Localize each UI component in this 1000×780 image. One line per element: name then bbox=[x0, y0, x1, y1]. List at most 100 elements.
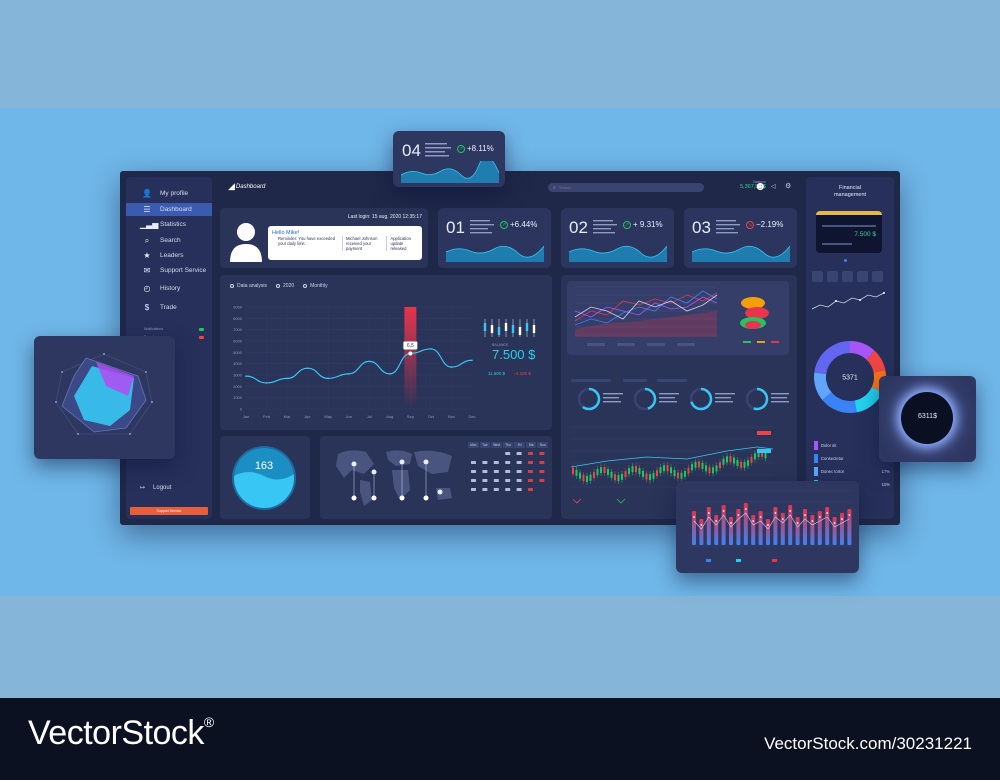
candle-body[interactable] bbox=[579, 472, 581, 479]
candle-body[interactable] bbox=[652, 472, 655, 479]
candle-body[interactable] bbox=[603, 467, 606, 474]
avatar[interactable]: ☻ bbox=[754, 179, 767, 193]
candle-body[interactable] bbox=[572, 467, 574, 474]
data-point[interactable] bbox=[430, 348, 432, 350]
bar[interactable] bbox=[758, 511, 763, 545]
data-point[interactable] bbox=[286, 377, 288, 380]
sidebar-item-history[interactable]: ◴ History bbox=[126, 282, 212, 295]
bar[interactable] bbox=[751, 515, 756, 545]
candle-body[interactable] bbox=[726, 456, 728, 463]
data-point[interactable] bbox=[347, 373, 350, 375]
search-input[interactable] bbox=[558, 185, 679, 190]
sidebar-item-statistics[interactable]: ▁▃▅ Statistics bbox=[126, 218, 212, 231]
candle-body[interactable] bbox=[607, 468, 609, 475]
calendar-day[interactable] bbox=[493, 479, 499, 482]
calendar-day[interactable] bbox=[482, 461, 488, 464]
calendar-day[interactable] bbox=[471, 488, 476, 491]
calendar-day[interactable] bbox=[471, 470, 476, 473]
bar[interactable] bbox=[729, 517, 733, 545]
candle-body[interactable] bbox=[722, 458, 725, 465]
calendar-day[interactable] bbox=[505, 461, 511, 464]
volume-icon[interactable]: ◁ bbox=[771, 183, 776, 190]
carousel-dot[interactable] bbox=[844, 259, 847, 262]
calendar-day[interactable] bbox=[493, 488, 499, 491]
quick-action-button[interactable] bbox=[812, 271, 823, 282]
candle-body[interactable] bbox=[596, 469, 599, 476]
candle-body[interactable] bbox=[715, 465, 718, 472]
quick-action-button[interactable] bbox=[842, 271, 853, 282]
candle-body[interactable] bbox=[659, 467, 662, 474]
bar[interactable] bbox=[795, 517, 800, 545]
toggle-switch[interactable] bbox=[199, 335, 204, 339]
candle-body[interactable] bbox=[698, 461, 700, 468]
support-service-button[interactable]: Support Service bbox=[130, 507, 208, 515]
candle-body[interactable] bbox=[663, 465, 665, 472]
candle-body[interactable] bbox=[740, 461, 742, 468]
calendar-day[interactable] bbox=[516, 470, 522, 473]
candle-body[interactable] bbox=[687, 467, 690, 474]
sidebar-item-search[interactable]: ⌕ Search bbox=[126, 234, 212, 247]
candle-body[interactable] bbox=[621, 473, 623, 480]
sidebar-item-support-service[interactable]: ✉ Support Service bbox=[126, 264, 212, 277]
bar[interactable] bbox=[692, 511, 696, 545]
candle-body[interactable] bbox=[701, 462, 704, 469]
bar[interactable] bbox=[699, 519, 704, 545]
calendar-day[interactable] bbox=[539, 479, 545, 482]
candle-body[interactable] bbox=[656, 470, 658, 477]
candle-body[interactable] bbox=[593, 472, 595, 479]
chart-filter-chip[interactable] bbox=[587, 343, 605, 346]
data-point[interactable] bbox=[327, 377, 329, 380]
calendar-day[interactable] bbox=[516, 461, 522, 464]
candle-body[interactable] bbox=[712, 467, 714, 474]
candle-body[interactable] bbox=[677, 472, 679, 479]
candle-body[interactable] bbox=[617, 475, 620, 482]
sidebar-item-trade[interactable]: $ Trade bbox=[126, 301, 212, 314]
bar[interactable] bbox=[840, 513, 844, 545]
quick-action-button[interactable] bbox=[827, 271, 838, 282]
quick-action-button[interactable] bbox=[857, 271, 868, 282]
calendar-day[interactable] bbox=[493, 470, 499, 473]
calendar-day[interactable] bbox=[539, 452, 545, 455]
donut-slice[interactable] bbox=[814, 341, 850, 374]
calendar-day[interactable] bbox=[528, 479, 533, 482]
calendar-day[interactable] bbox=[505, 479, 511, 482]
calendar-day[interactable] bbox=[528, 461, 533, 464]
candle-body[interactable] bbox=[673, 470, 676, 477]
chart-filter-chip[interactable] bbox=[647, 343, 665, 346]
filter-option-1[interactable]: 2020 bbox=[276, 283, 294, 289]
candle-body[interactable] bbox=[754, 453, 756, 460]
candle-body[interactable] bbox=[645, 473, 648, 480]
candle-body[interactable] bbox=[589, 474, 592, 481]
candle-body[interactable] bbox=[708, 467, 711, 474]
calendar-day[interactable] bbox=[471, 479, 476, 482]
candle-body[interactable] bbox=[705, 465, 707, 472]
candle-body[interactable] bbox=[586, 475, 588, 482]
calendar-day[interactable] bbox=[528, 488, 533, 491]
candle-body[interactable] bbox=[638, 468, 641, 475]
toggle-notifications[interactable]: Notifications bbox=[144, 325, 204, 333]
candle-body[interactable] bbox=[649, 474, 651, 481]
calendar-day[interactable] bbox=[471, 461, 476, 464]
candle-body[interactable] bbox=[743, 461, 746, 468]
bar[interactable] bbox=[810, 515, 815, 545]
candle-body[interactable] bbox=[582, 475, 585, 482]
quick-action-button[interactable] bbox=[872, 271, 883, 282]
calendar-day[interactable] bbox=[505, 452, 511, 455]
sidebar-item-leaders[interactable]: ★ Leaders bbox=[126, 249, 212, 262]
data-point[interactable] bbox=[265, 382, 268, 384]
data-point[interactable] bbox=[368, 360, 371, 363]
candle-body[interactable] bbox=[684, 470, 686, 477]
bar[interactable] bbox=[817, 511, 822, 545]
candle-body[interactable] bbox=[624, 471, 627, 478]
search-bar[interactable]: ⌕ bbox=[548, 183, 704, 192]
highlight-point[interactable] bbox=[408, 351, 413, 356]
calendar-day[interactable] bbox=[482, 479, 488, 482]
candle-body[interactable] bbox=[729, 456, 732, 463]
bar[interactable] bbox=[780, 513, 785, 545]
data-point[interactable] bbox=[471, 359, 473, 362]
calendar-day[interactable] bbox=[505, 488, 511, 491]
bar[interactable] bbox=[832, 517, 837, 545]
data-point[interactable] bbox=[450, 366, 453, 368]
candle-body[interactable] bbox=[628, 468, 630, 475]
candle-body[interactable] bbox=[733, 457, 735, 464]
